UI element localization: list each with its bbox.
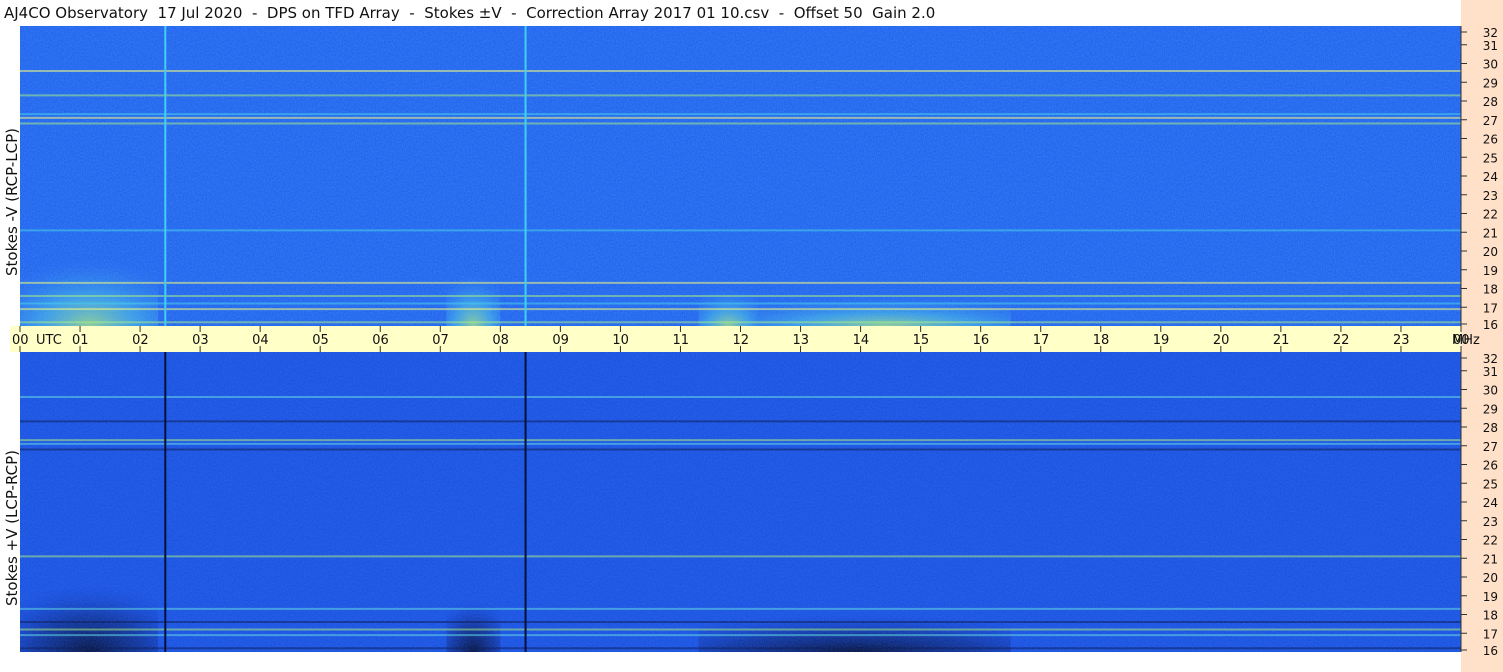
bottom-mhz-tick-label: 16 <box>1483 644 1498 658</box>
top-mhz-tick-label: 22 <box>1483 208 1498 222</box>
time-tick-label: 10 <box>612 333 629 348</box>
top-mhz-tick-label: 16 <box>1483 318 1498 332</box>
bottom-mhz-tick-label: 31 <box>1483 365 1498 379</box>
time-tick-label: 12 <box>733 333 750 348</box>
time-tick-label: 05 <box>312 333 329 348</box>
top-mhz-tick-label: 29 <box>1483 76 1498 90</box>
stokes-plus-v-panel <box>20 352 1461 652</box>
time-tick-label: 13 <box>793 333 810 348</box>
bottom-mhz-tick-label: 20 <box>1483 571 1498 585</box>
time-tick-label: 09 <box>552 333 569 348</box>
top-mhz-tick-label: 21 <box>1483 226 1498 240</box>
time-tick-label: 01 <box>72 333 89 348</box>
time-tick-label: 00 <box>12 333 29 348</box>
top-mhz-tick-label: 20 <box>1483 245 1498 259</box>
bottom-vertical-line-1 <box>524 352 527 652</box>
top-mhz-tick-label: 25 <box>1483 151 1498 165</box>
time-tick-label: 04 <box>252 333 269 348</box>
stokes-minus-v-panel <box>20 26 1461 326</box>
time-tick-label: 11 <box>672 333 689 348</box>
top-mhz-tick-label: 28 <box>1483 95 1498 109</box>
time-tick-label: 02 <box>132 333 149 348</box>
top-mhz-tick-label: 32 <box>1483 26 1498 40</box>
time-tick-label: 16 <box>973 333 990 348</box>
page-title: AJ4CO Observatory 17 Jul 2020 - DPS on T… <box>4 4 936 22</box>
bottom-mhz-tick-label: 28 <box>1483 421 1498 435</box>
ylabel-stokes-plus-v: Stokes +V (LCP-RCP) <box>3 450 21 606</box>
utc-label: UTC <box>36 333 62 348</box>
bottom-mhz-tick-label: 19 <box>1483 590 1498 604</box>
top-mhz-tick-label: 17 <box>1483 301 1498 315</box>
title-bar: AJ4CO Observatory 17 Jul 2020 - DPS on T… <box>0 0 1461 26</box>
bottom-vertical-line-0 <box>164 352 167 652</box>
mhz-axis-bottom: 16 17 18 19 20 21 22 23 24 25 26 27 28 29 30 3132 <box>1460 352 1498 658</box>
bottom-mhz-tick-label: 21 <box>1483 552 1498 566</box>
time-tick-label: 17 <box>1033 333 1050 348</box>
top-mhz-tick-label: 31 <box>1483 39 1498 53</box>
bottom-mhz-tick-label: 17 <box>1483 627 1498 641</box>
bottom-mhz-tick-label: 23 <box>1483 515 1498 529</box>
top-mhz-tick-label: 24 <box>1483 170 1498 184</box>
time-tick-label: 23 <box>1393 333 1410 348</box>
time-tick-label: 06 <box>372 333 389 348</box>
time-tick-label: 15 <box>913 333 930 348</box>
top-vertical-line-0 <box>164 26 167 326</box>
mhz-unit-label: MHz <box>1452 333 1480 348</box>
bottom-mhz-tick-label: 29 <box>1483 402 1498 416</box>
bottom-mhz-tick-label: 25 <box>1483 477 1498 491</box>
top-vertical-line-1 <box>524 26 527 326</box>
time-tick-label: 22 <box>1333 333 1350 348</box>
time-tick-label: 18 <box>1093 333 1110 348</box>
mhz-axis-top: 16 17 18 19 20 21 22 23 24 25 26 27 28 29 30 3132 <box>1460 26 1498 332</box>
time-tick-label: 07 <box>432 333 449 348</box>
bottom-mhz-tick-label: 30 <box>1483 384 1498 398</box>
top-mhz-tick-label: 19 <box>1483 264 1498 278</box>
top-mhz-tick-label: 23 <box>1483 189 1498 203</box>
top-mhz-tick-label: 27 <box>1483 114 1498 128</box>
bottom-mhz-tick-label: 26 <box>1483 459 1498 473</box>
top-mhz-tick-label: 26 <box>1483 133 1498 147</box>
bottom-mhz-tick-label: 22 <box>1483 534 1498 548</box>
spectrogram-chart: 00 01 02 03 04 05 06 07 08 09 10 11 12 13 14 15 16 17 18 19… <box>10 26 1498 658</box>
time-tick-label: 20 <box>1213 333 1230 348</box>
top-mhz-tick-label: 18 <box>1483 283 1498 297</box>
bottom-mhz-tick-label: 32 <box>1483 352 1498 366</box>
time-tick-label: 08 <box>492 333 509 348</box>
time-tick-label: 19 <box>1153 333 1170 348</box>
time-tick-label: 03 <box>192 333 209 348</box>
bottom-mhz-tick-label: 18 <box>1483 609 1498 623</box>
time-tick-label: 21 <box>1273 333 1290 348</box>
bottom-mhz-tick-label: 27 <box>1483 440 1498 454</box>
time-tick-label: 14 <box>853 333 870 348</box>
bottom-mhz-tick-label: 24 <box>1483 496 1498 510</box>
ylabel-stokes-minus-v: Stokes -V (RCP-LCP) <box>3 128 21 276</box>
top-mhz-tick-label: 30 <box>1483 58 1498 72</box>
